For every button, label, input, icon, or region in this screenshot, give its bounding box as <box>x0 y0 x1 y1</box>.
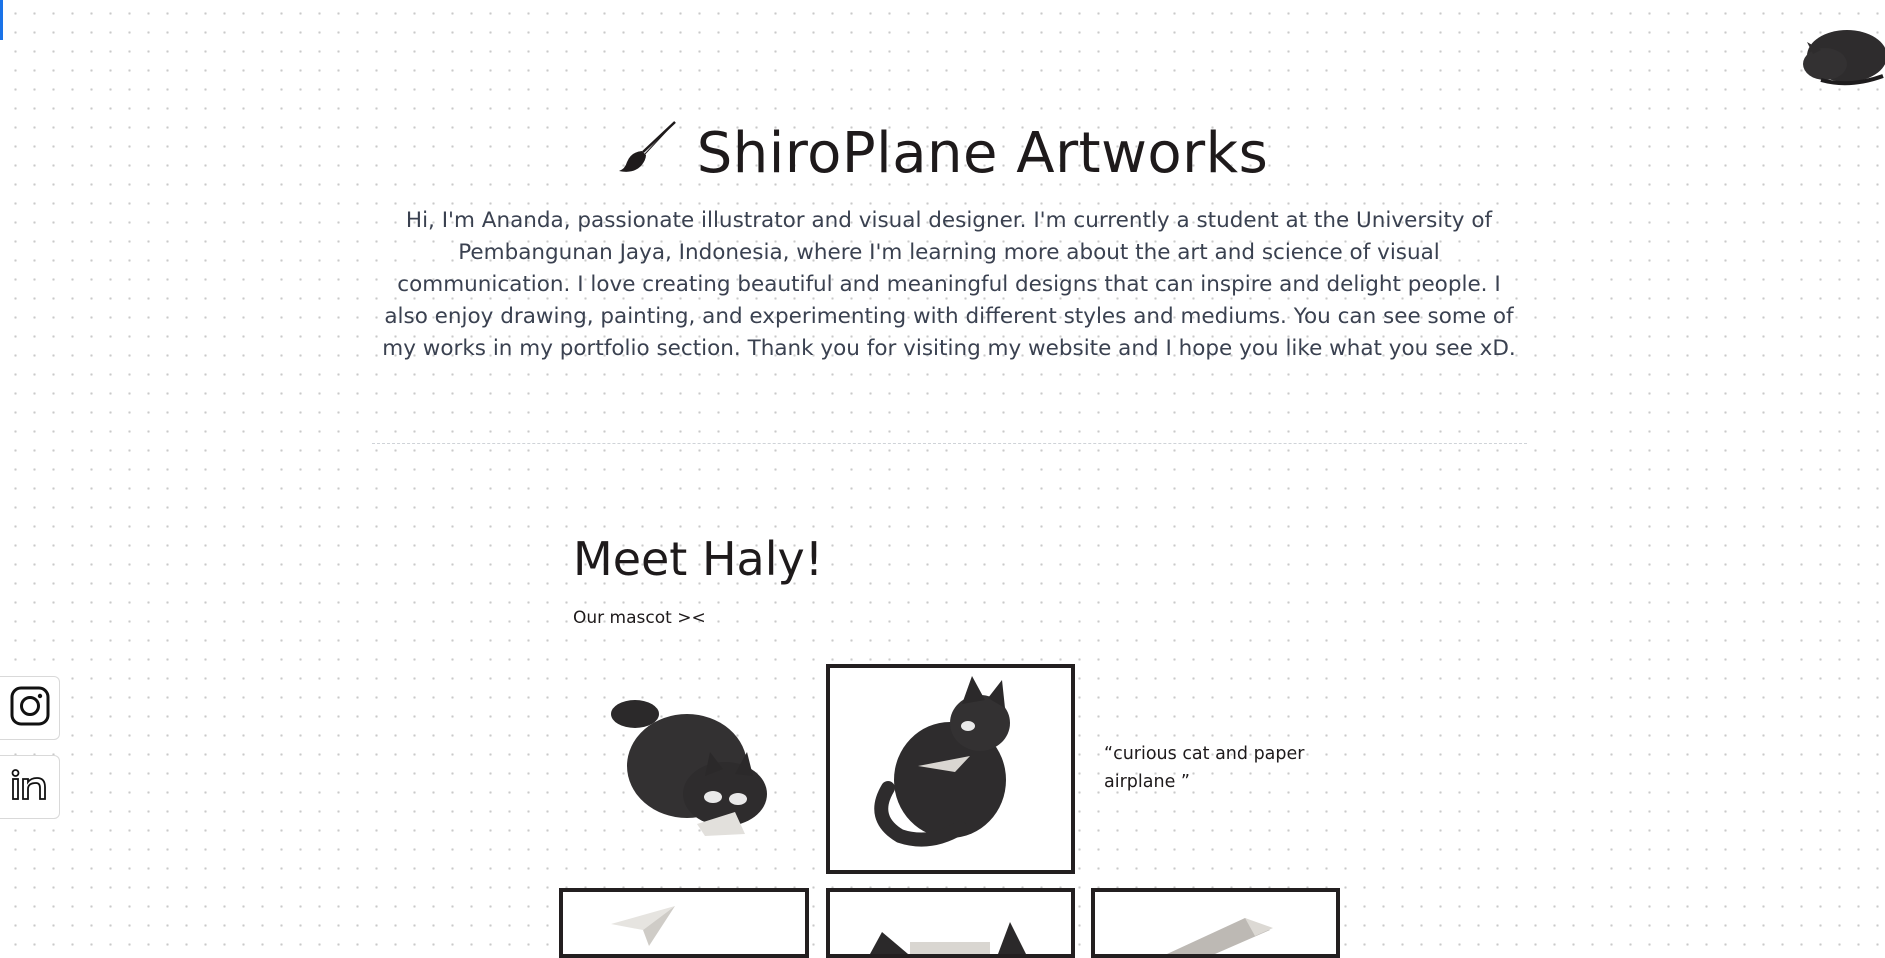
paper-plane-image-1[interactable] <box>559 888 809 958</box>
instagram-link[interactable] <box>0 676 60 740</box>
cat-ears-image[interactable] <box>826 888 1075 958</box>
instagram-icon <box>9 685 51 731</box>
mascot-section-title: Meet Haly! <box>573 532 824 586</box>
sleeping-cat-corner-image[interactable] <box>1795 18 1885 88</box>
paintbrush-icon <box>617 118 679 188</box>
paper-plane-image-2[interactable] <box>1091 888 1340 958</box>
site-header: ShiroPlane Artworks <box>0 118 1885 188</box>
site-title-text: ShiroPlane Artworks <box>696 120 1269 186</box>
scroll-progress-bar <box>0 0 3 40</box>
mascot-image-lying-cat[interactable] <box>575 664 820 872</box>
site-title: ShiroPlane Artworks <box>617 118 1269 188</box>
mascot-image-cat-with-plane[interactable] <box>826 664 1075 874</box>
linkedin-icon <box>9 764 51 810</box>
linkedin-link[interactable] <box>0 755 60 819</box>
intro-paragraph: Hi, I'm Ananda, passionate illustrator a… <box>382 208 1516 361</box>
mascot-image-caption: “curious cat and paper airplane ” <box>1104 744 1305 792</box>
mascot-section-subtitle: Our mascot >< <box>573 608 706 628</box>
section-divider <box>372 443 1527 444</box>
